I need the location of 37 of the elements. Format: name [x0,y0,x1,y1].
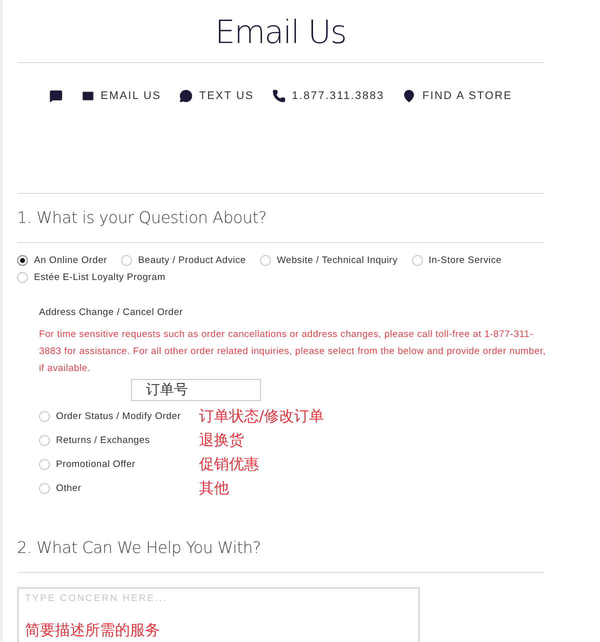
sub-heading: Address Change / Cancel Order [39,307,184,318]
section-heading: 2. What Can We Help You With? [17,537,262,559]
radio-button[interactable] [17,272,28,283]
radio-button[interactable] [39,483,50,494]
radio-button[interactable] [412,255,423,266]
contact-link[interactable]: FIND A STORE [402,89,512,103]
annotation-text: 简要描述所需的服务 [25,621,160,640]
speech-bubble-icon [179,89,194,103]
annotation-text: 订单状态/修改订单 [199,407,326,426]
option-label: In-Store Service [428,255,502,266]
option-label: Order Status / Modify Order [56,411,181,422]
option-label: Beauty / Product Advice [138,255,246,266]
option-label: An Online Order [34,255,108,266]
section-heading: 1. What is your Question About? [17,207,268,229]
notice-text: For time sensitive requests such as order cancellations or address changes, please call toll-free at 1-877-311-3883 for assistance. For all other order related inquiries, please select from the below and provide order number, if available. [39,328,547,376]
radio-button[interactable] [39,459,50,470]
annotation-text: 其他 [199,479,230,498]
radio-button[interactable] [39,411,50,422]
radio-button[interactable] [121,255,132,266]
annotation-text: 退换货 [199,431,245,450]
page-title: Email Us [214,12,348,53]
radio-button[interactable] [17,255,28,266]
option-label: Other [56,483,82,494]
radio-button[interactable] [39,435,50,446]
option-label: Returns / Exchanges [56,435,150,446]
option-label: Estée E-List Loyalty Program [34,272,166,283]
contact-link[interactable]: EMAIL US [80,89,162,103]
speech-bubble-icon[interactable] [48,89,63,103]
radio-button[interactable] [260,255,271,266]
contact-link[interactable]: 1.877.311.3883 [272,89,384,103]
contact-link[interactable]: TEXT US [179,89,254,103]
option-label: Promotional Offer [56,459,136,470]
order-number-field[interactable]: 订单号 [131,379,261,401]
map-pin-icon [402,89,416,103]
annotation-text: 促销优惠 [199,455,260,474]
phone-icon [272,89,286,103]
option-label: Website / Technical Inquiry [276,255,398,266]
